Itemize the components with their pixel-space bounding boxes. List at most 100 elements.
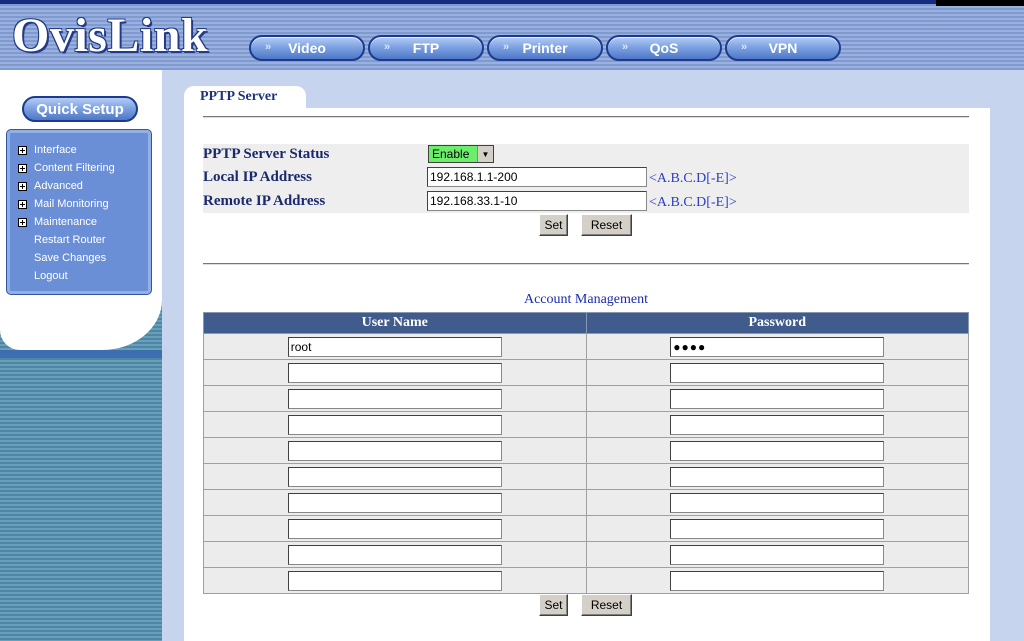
user-name-input[interactable] [287, 518, 502, 539]
password-cell [585, 567, 969, 594]
quick-setup-button[interactable]: Quick Setup [22, 96, 138, 122]
nav-label: FTP [412, 40, 440, 56]
expand-icon [18, 181, 27, 191]
sidebar-item-label: Logout [34, 270, 68, 282]
set-button[interactable]: Set [539, 214, 568, 236]
status-select[interactable]: Enable ▼ [428, 145, 494, 163]
password-input[interactable] [670, 466, 885, 487]
table-row [203, 567, 969, 594]
user-name-cell [203, 411, 587, 438]
password-input[interactable]: ●●●● [670, 336, 885, 357]
password-header: Password [585, 312, 969, 334]
expand-icon [18, 217, 27, 227]
password-cell [585, 359, 969, 386]
sidebar-item-save-changes[interactable]: Save Changes [18, 250, 106, 266]
sidebar-item-label: Content Filtering [34, 162, 115, 174]
password-cell [585, 463, 969, 490]
table-row: root ●●●● [203, 333, 969, 360]
account-table: User Name Password root ●●●● [203, 312, 969, 594]
user-name-cell [203, 515, 587, 542]
password-input[interactable] [670, 362, 885, 383]
accounts-reset-button[interactable]: Reset [581, 594, 632, 616]
table-row [203, 541, 969, 568]
password-cell [585, 515, 969, 542]
sidebar-item-logout[interactable]: Logout [18, 268, 68, 284]
arrow-icon: » [265, 41, 272, 53]
password-cell [585, 489, 969, 516]
table-row [203, 489, 969, 516]
nav-label: Video [288, 40, 326, 56]
chevron-down-icon: ▼ [477, 146, 493, 162]
account-management-title: Account Management [523, 292, 648, 307]
nav-label: VPN [768, 40, 798, 56]
user-name-input[interactable] [287, 414, 502, 435]
header-corner [936, 0, 1024, 6]
status-label: PPTP Server Status [203, 146, 330, 162]
password-input[interactable] [670, 388, 885, 409]
user-name-input[interactable] [287, 544, 502, 565]
sidebar-item-mail-monitoring[interactable]: Mail Monitoring [18, 196, 109, 212]
nav-vpn-button[interactable]: » VPN [725, 35, 841, 61]
sidebar-item-interface[interactable]: Interface [18, 142, 77, 158]
local-ip-input[interactable]: 192.168.1.1-200 [427, 167, 647, 187]
password-input[interactable] [670, 544, 885, 565]
user-name-input[interactable] [287, 362, 502, 383]
user-name-cell [203, 489, 587, 516]
divider-top [203, 116, 969, 118]
user-name-input[interactable] [287, 466, 502, 487]
user-name-header: User Name [203, 312, 587, 334]
user-name-input[interactable] [287, 388, 502, 409]
user-name-cell [203, 359, 587, 386]
user-name-cell [203, 541, 587, 568]
table-row [203, 385, 969, 412]
user-name-cell [203, 463, 587, 490]
arrow-icon: » [503, 41, 510, 53]
user-name-input[interactable] [287, 570, 502, 591]
remote-ip-input[interactable]: 192.168.33.1-10 [427, 191, 647, 211]
sidebar-item-restart-router[interactable]: Restart Router [18, 232, 106, 248]
sidebar-item-label: Interface [34, 144, 77, 156]
password-cell [585, 411, 969, 438]
password-input[interactable] [670, 414, 885, 435]
reset-button[interactable]: Reset [581, 214, 632, 236]
sidebar-item-advanced[interactable]: Advanced [18, 178, 83, 194]
brand-logo: OvisLink [12, 9, 209, 62]
user-name-input[interactable] [287, 492, 502, 513]
arrow-icon: » [384, 41, 391, 53]
accounts-set-button[interactable]: Set [539, 594, 568, 616]
sidebar-item-label: Save Changes [34, 252, 107, 264]
user-name-cell [203, 437, 587, 464]
nav-qos-button[interactable]: » QoS [606, 35, 722, 61]
divider-middle [203, 263, 969, 265]
local-ip-label: Local IP Address [203, 169, 312, 185]
password-cell [585, 385, 969, 412]
sidebar-item-label: Maintenance [34, 216, 97, 228]
sidebar-item-maintenance[interactable]: Maintenance [18, 214, 97, 230]
expand-icon [18, 145, 27, 155]
nav-printer-button[interactable]: » Printer [487, 35, 603, 61]
sidebar-item-label: Mail Monitoring [34, 198, 109, 210]
user-name-input[interactable]: root [287, 336, 502, 357]
user-name-cell: root [203, 333, 587, 360]
local-ip-hint: <A.B.C.D[-E]> [649, 171, 737, 186]
arrow-icon: » [741, 41, 748, 53]
arrow-icon: » [622, 41, 629, 53]
nav-ftp-button[interactable]: » FTP [368, 35, 484, 61]
sidebar-divider [0, 350, 162, 358]
header-top-bar [0, 0, 1024, 4]
sidebar-item-content-filtering[interactable]: Content Filtering [18, 160, 115, 176]
password-input[interactable] [670, 440, 885, 461]
password-cell [585, 437, 969, 464]
table-row [203, 437, 969, 464]
password-input[interactable] [670, 518, 885, 539]
user-name-input[interactable] [287, 440, 502, 461]
sidebar-menu: Interface Content Filtering Advanced Mai… [7, 130, 151, 294]
password-cell: ●●●● [585, 333, 969, 360]
nav-label: QoS [649, 40, 679, 56]
password-input[interactable] [670, 570, 885, 591]
password-input[interactable] [670, 492, 885, 513]
table-row [203, 515, 969, 542]
nav-video-button[interactable]: » Video [249, 35, 365, 61]
user-name-cell [203, 385, 587, 412]
table-row [203, 411, 969, 438]
